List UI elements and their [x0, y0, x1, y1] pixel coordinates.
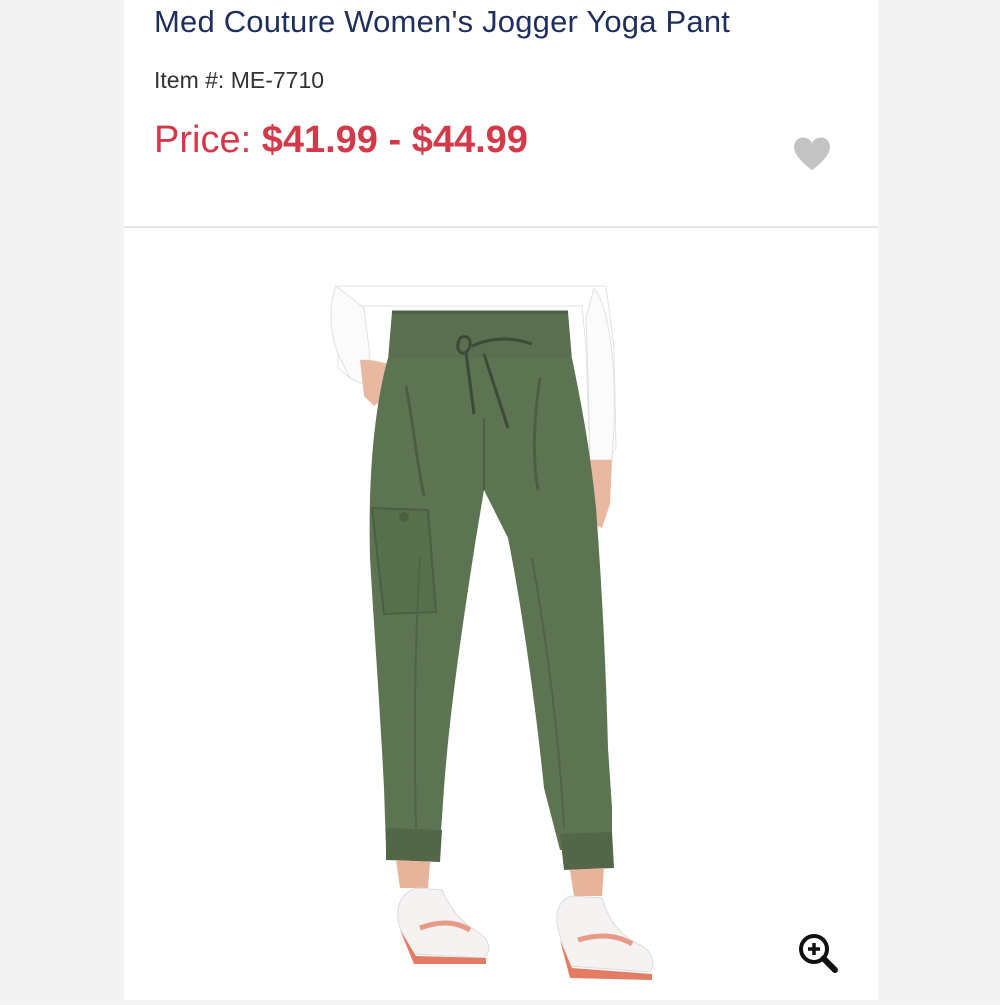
product-image[interactable] [124, 228, 878, 1000]
zoom-in-icon [799, 934, 838, 973]
item-label: Item #: [154, 67, 231, 93]
product-title: Med Couture Women's Jogger Yoga Pant [154, 4, 731, 39]
product-card: Med Couture Women's Jogger Yoga Pant Ite… [124, 0, 878, 1000]
price-line: Price: $41.99 - $44.99 [154, 119, 528, 162]
jogger-pant-photo [330, 285, 654, 980]
price-label: Price: [154, 119, 262, 161]
item-number: ME-7710 [230, 67, 325, 93]
zoom-button[interactable] [797, 932, 839, 974]
background-left [0, 0, 124, 1000]
item-number-line: Item #: ME-7710 [154, 67, 324, 94]
price-range: $41.99 - $44.99 [261, 119, 528, 161]
heart-icon [794, 137, 830, 170]
background-right [878, 0, 1000, 1000]
favorite-button[interactable] [792, 136, 832, 172]
